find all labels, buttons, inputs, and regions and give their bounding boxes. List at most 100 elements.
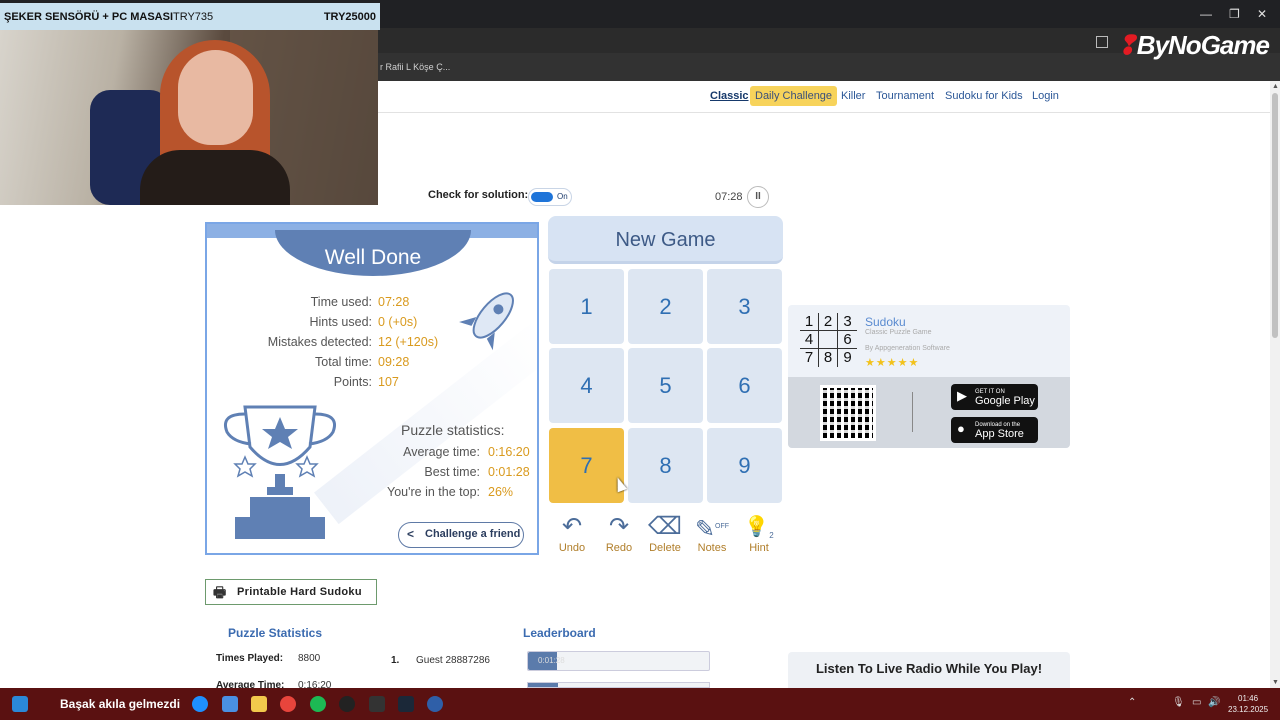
spotify-icon[interactable] — [310, 696, 326, 712]
number-key-9[interactable]: 9 — [707, 428, 782, 503]
network-icon[interactable]: ▭ — [1192, 697, 1201, 708]
flame-icon: ❢ — [1116, 30, 1138, 60]
obs-icon[interactable] — [339, 696, 355, 712]
goal-title: ŞEKER SENSÖRÜ + PC MASASI — [4, 10, 174, 23]
site-nav: Classic Daily Challenge Killer Tournamen… — [378, 81, 1270, 113]
page-scrollbar[interactable]: ▲ ▼ — [1270, 81, 1280, 688]
edge-icon[interactable] — [192, 696, 208, 712]
top-percent-label: You're in the top: — [387, 485, 480, 499]
app-subtitle: Classic Puzzle Game — [865, 329, 932, 336]
nav-sudoku-for-kids[interactable]: Sudoku for Kids — [945, 90, 1023, 102]
folder-icon[interactable] — [251, 696, 267, 712]
game-timer: 07:28 — [715, 191, 743, 203]
sudoku-app-ad[interactable]: 1 2 3 4 6 7 8 9 Sudoku Classic Puzzle Ga… — [788, 305, 1070, 448]
printer-icon: 🖶 — [213, 584, 227, 600]
streamer-face — [178, 50, 253, 145]
nav-classic[interactable]: Classic — [710, 90, 749, 102]
redo-button[interactable]: ↷ Redo — [596, 512, 642, 554]
card-title: Well Done — [324, 246, 422, 269]
close-icon[interactable]: ✕ — [1257, 7, 1267, 21]
play-store-icon: ▶ — [957, 388, 967, 403]
scrollbar-thumb[interactable] — [1272, 93, 1278, 338]
undo-label: Undo — [558, 542, 586, 554]
windows-start-icon[interactable] — [12, 696, 28, 712]
nav-daily-challenge[interactable]: Daily Challenge — [750, 86, 838, 106]
puzzle-statistics-title: Puzzle Statistics — [228, 626, 323, 640]
new-game-button[interactable]: New Game — [548, 216, 783, 264]
microphone-icon[interactable]: 🎙 — [1172, 697, 1185, 708]
stream-ticker: Başak akıla gelmezdi — [60, 697, 181, 711]
check-solution-toggle[interactable]: On — [528, 188, 572, 206]
leaderboard-rank: 1. — [391, 655, 400, 666]
volume-icon[interactable]: 🔊 — [1208, 697, 1220, 708]
time-used-value: 07:28 — [378, 295, 410, 309]
number-key-4[interactable]: 4 — [549, 348, 624, 423]
pause-button[interactable]: II — [747, 186, 769, 208]
grid-cell: 1 — [800, 313, 819, 331]
app-store-button[interactable]: ● Download on the App Store — [951, 417, 1038, 443]
maximize-icon[interactable]: ❐ — [1229, 7, 1240, 21]
clock-time: 01:46 — [1238, 694, 1259, 703]
leaderboard-time: 0:01:28 — [538, 656, 565, 665]
leaderboard-bar-fill — [528, 683, 558, 687]
average-time-label: Average time: — [403, 445, 480, 459]
nav-login[interactable]: Login — [1032, 90, 1059, 102]
bynogame-logo: ❢ByNoGame — [1116, 30, 1270, 60]
steam-icon[interactable] — [398, 696, 414, 712]
goal-current: TRY735 — [173, 10, 214, 23]
number-key-7[interactable]: 7 — [549, 428, 624, 503]
windows-taskbar: Başak akıla gelmezdi ⌃ 🎙 ▭ 🔊 01:46 23.12… — [0, 688, 1280, 720]
app-icon[interactable] — [427, 696, 443, 712]
translate-icon[interactable] — [1096, 36, 1108, 48]
number-key-6[interactable]: 6 — [707, 348, 782, 423]
grid-cell: 8 — [819, 349, 838, 367]
grid-cell: 4 — [800, 331, 819, 349]
number-key-2[interactable]: 2 — [628, 269, 703, 344]
scroll-down-icon[interactable]: ▼ — [1272, 679, 1279, 686]
redo-icon: ↷ — [608, 513, 630, 540]
challenge-friend-button[interactable]: < Challenge a friend — [398, 522, 524, 548]
undo-icon: ↶ — [561, 513, 583, 540]
nav-killer[interactable]: Killer — [841, 90, 865, 102]
notes-button[interactable]: ✎OFF Notes — [689, 512, 735, 554]
puzzle-stats-title: Puzzle statistics: — [401, 422, 505, 438]
minimize-icon[interactable]: — — [1200, 7, 1212, 21]
scroll-up-icon[interactable]: ▲ — [1272, 83, 1279, 90]
leaderboard-name: Guest 28887286 — [416, 655, 490, 666]
pencil-icon: ✎OFF — [694, 516, 730, 543]
number-key-8[interactable]: 8 — [628, 428, 703, 503]
live-radio-banner[interactable]: Listen To Live Radio While You Play! — [788, 652, 1070, 688]
hint-button[interactable]: 💡2 Hint — [736, 512, 782, 554]
app-rating-stars: ★★★★★ — [865, 357, 920, 369]
total-time-value: 09:28 — [378, 355, 410, 369]
delete-button[interactable]: ⌫ Delete — [642, 512, 688, 554]
points-label: Points: — [333, 375, 372, 389]
chrome-icon[interactable] — [280, 696, 296, 712]
redo-label: Redo — [605, 542, 633, 554]
delete-label: Delete — [649, 542, 681, 554]
google-play-button[interactable]: ▶ GET IT ON Google Play — [951, 384, 1038, 410]
toggle-knob — [531, 192, 553, 202]
undo-button[interactable]: ↶ Undo — [549, 512, 595, 554]
store-icon[interactable] — [222, 696, 238, 712]
system-clock[interactable]: 01:46 23.12.2025 — [1228, 693, 1268, 715]
grid-cell: 2 — [819, 313, 838, 331]
app-icon[interactable] — [369, 696, 385, 712]
total-time-label: Total time: — [315, 355, 372, 369]
hint-label: Hint — [749, 542, 769, 554]
number-key-3[interactable]: 3 — [707, 269, 782, 344]
app-publisher: By Appgeneration Software — [865, 345, 950, 352]
bookmark-label[interactable]: r Rafii L Köşe Ç... — [380, 62, 450, 72]
webcam-feed — [0, 30, 378, 205]
check-solution-label: Check for solution: — [428, 189, 529, 201]
tray-chevron-icon[interactable]: ⌃ — [1128, 697, 1136, 708]
app-name: Sudoku — [865, 315, 906, 329]
number-key-5[interactable]: 5 — [628, 348, 703, 423]
number-key-1[interactable]: 1 — [549, 269, 624, 344]
mistakes-label: Mistakes detected: — [267, 335, 372, 349]
times-played-label: Times Played: — [216, 653, 284, 664]
leaderboard-time-bar: 0:01:28 — [527, 651, 710, 671]
printable-sudoku-button[interactable]: 🖶 Printable Hard Sudoku — [205, 579, 377, 605]
top-percent-value: 26% — [488, 485, 514, 499]
nav-tournament[interactable]: Tournament — [876, 90, 934, 102]
